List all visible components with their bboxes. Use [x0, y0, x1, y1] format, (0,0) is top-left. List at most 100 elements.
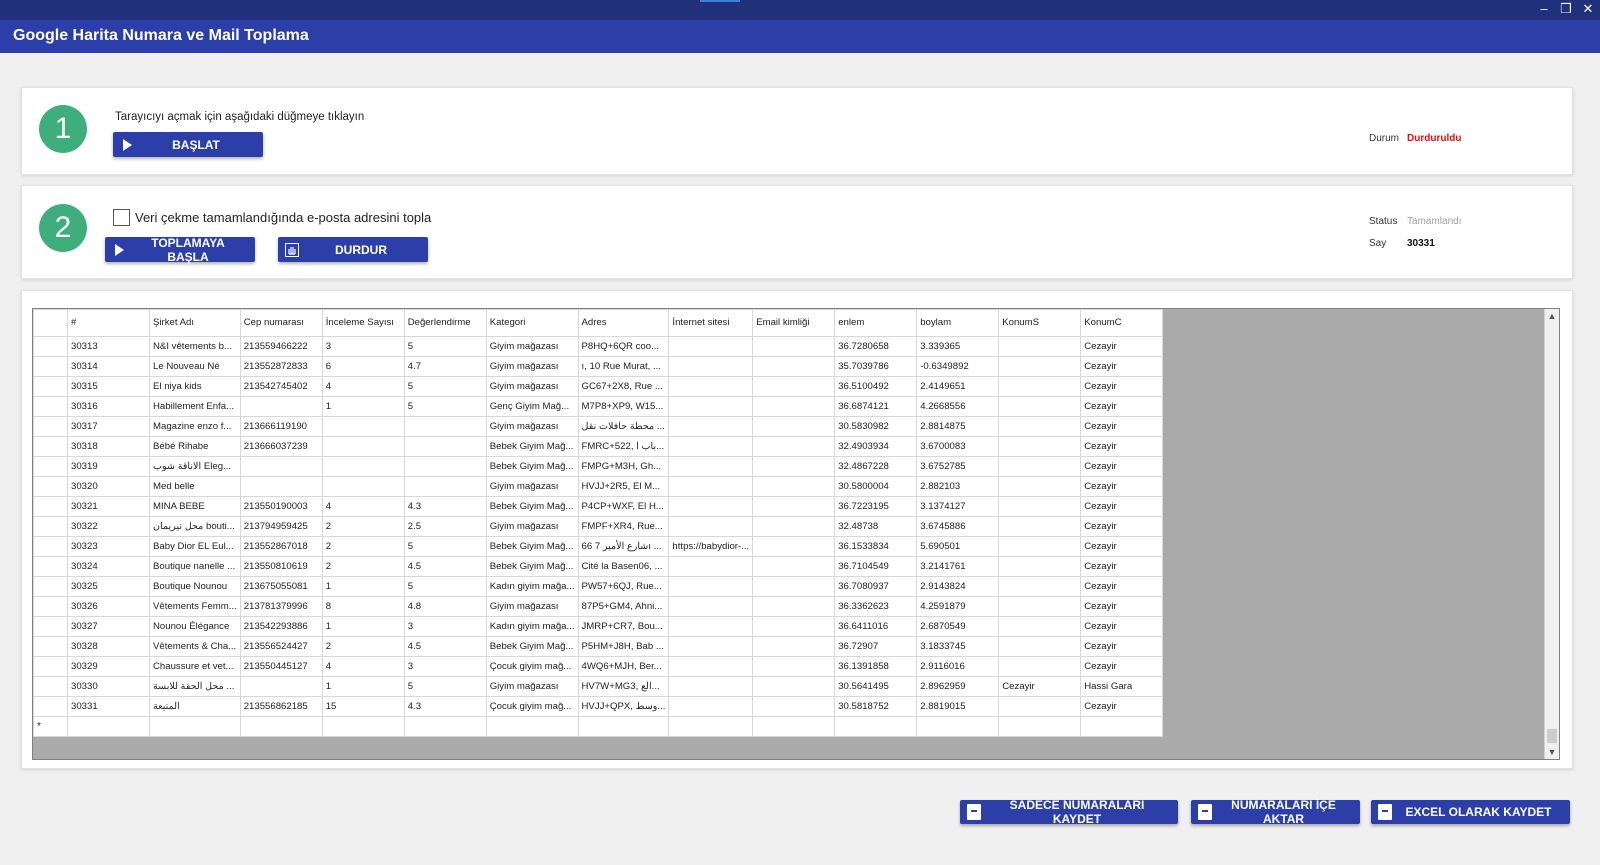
table-cell[interactable] [753, 337, 835, 357]
table-cell[interactable]: 3.1374127 [917, 497, 999, 517]
table-cell[interactable] [753, 457, 835, 477]
table-row[interactable]: 30331المنيعة213556862185154.3Çocuk giyim… [34, 697, 1163, 717]
table-cell[interactable]: 213550810619 [240, 557, 322, 577]
table-cell[interactable] [753, 717, 835, 737]
table-cell[interactable]: Vêtements Femm... [150, 597, 241, 617]
row-selector[interactable] [34, 437, 68, 457]
table-cell[interactable] [669, 577, 753, 597]
table-cell[interactable] [240, 397, 322, 417]
row-selector[interactable] [34, 477, 68, 497]
table-cell[interactable] [917, 717, 999, 737]
table-cell[interactable] [753, 357, 835, 377]
table-cell[interactable]: FMPG+M3H, Gh... [578, 457, 669, 477]
table-cell[interactable] [669, 337, 753, 357]
row-selector[interactable] [34, 377, 68, 397]
table-cell[interactable]: Magazine enzo f... [150, 417, 241, 437]
table-row[interactable]: 30329Chaussure et vet...21355044512743Ço… [34, 657, 1163, 677]
table-cell[interactable] [999, 577, 1081, 597]
table-cell[interactable] [404, 717, 486, 737]
table-cell[interactable]: 3 [322, 337, 404, 357]
table-row[interactable]: 30316Habillement Enfa...15Genç Giyim Mağ… [34, 397, 1163, 417]
table-cell[interactable]: Cezayir [1081, 417, 1163, 437]
table-cell[interactable]: M7P8+XP9, W15... [578, 397, 669, 417]
table-cell[interactable]: 2.6870549 [917, 617, 999, 637]
table-cell[interactable] [669, 417, 753, 437]
table-cell[interactable]: 15 [322, 697, 404, 717]
table-cell[interactable]: 36.7280658 [835, 337, 917, 357]
table-cell[interactable] [669, 437, 753, 457]
table-row[interactable]: 30324Boutique nanelle ...21355081061924.… [34, 557, 1163, 577]
table-cell[interactable]: 4.5 [404, 637, 486, 657]
table-cell[interactable] [753, 637, 835, 657]
table-cell[interactable]: 3.6700083 [917, 437, 999, 457]
row-selector[interactable] [34, 497, 68, 517]
table-cell[interactable] [240, 717, 322, 737]
column-header[interactable]: Değerlendirme [404, 310, 486, 337]
table-cell[interactable]: P5HM+J8H, Bab ... [578, 637, 669, 657]
table-cell[interactable]: 2.5 [404, 517, 486, 537]
table-cell[interactable]: Cezayir [1081, 617, 1163, 637]
column-header[interactable]: KonumS [999, 310, 1081, 337]
table-cell[interactable]: Cezayir [1081, 657, 1163, 677]
table-cell[interactable]: 213781379996 [240, 597, 322, 617]
scroll-thumb[interactable] [1547, 729, 1557, 743]
table-cell[interactable] [669, 717, 753, 737]
vertical-scrollbar[interactable]: ▲ ▼ [1544, 309, 1559, 759]
table-cell[interactable]: 30313 [68, 337, 150, 357]
table-cell[interactable]: 4.7 [404, 357, 486, 377]
table-cell[interactable]: 4 [322, 377, 404, 397]
table-row[interactable]: 30317Magazine enzo f...213666119190Giyim… [34, 417, 1163, 437]
table-cell[interactable] [753, 657, 835, 677]
table-row[interactable]: 30323Baby Dior EL Eul...21355286701825Be… [34, 537, 1163, 557]
table-cell[interactable]: 30320 [68, 477, 150, 497]
table-cell[interactable] [753, 397, 835, 417]
table-cell[interactable]: 4.3 [404, 697, 486, 717]
table-cell[interactable]: 2 [322, 537, 404, 557]
table-cell[interactable]: 213542745402 [240, 377, 322, 397]
table-cell[interactable] [999, 717, 1081, 737]
table-cell[interactable]: 36.7223195 [835, 497, 917, 517]
table-cell[interactable] [999, 697, 1081, 717]
table-cell[interactable]: Kadın giyim mağa... [486, 617, 578, 637]
table-cell[interactable] [999, 597, 1081, 617]
table-cell[interactable] [322, 477, 404, 497]
column-header[interactable]: Kategori [486, 310, 578, 337]
table-cell[interactable]: 66 شارع الأمير 7ı ... [578, 537, 669, 557]
column-header[interactable]: enlem [835, 310, 917, 337]
row-selector[interactable] [34, 557, 68, 577]
table-cell[interactable]: Bebek Giyim Mağ... [486, 437, 578, 457]
table-cell[interactable] [753, 517, 835, 537]
table-cell[interactable]: 30316 [68, 397, 150, 417]
table-row[interactable]: 30330محل الحقة للابسة ...15Giyim mağazas… [34, 677, 1163, 697]
table-cell[interactable]: Cezayir [1081, 577, 1163, 597]
table-cell[interactable]: 32.4867228 [835, 457, 917, 477]
table-cell[interactable] [753, 377, 835, 397]
table-cell[interactable]: 2.8819015 [917, 697, 999, 717]
table-cell[interactable] [669, 677, 753, 697]
table-cell[interactable]: 30314 [68, 357, 150, 377]
table-cell[interactable] [404, 437, 486, 457]
table-row[interactable]: 30320Med belleGiyim mağazasıHVJJ+2R5, El… [34, 477, 1163, 497]
table-cell[interactable]: 36.7080937 [835, 577, 917, 597]
table-cell[interactable]: 5 [404, 337, 486, 357]
table-cell[interactable]: 213675055081 [240, 577, 322, 597]
table-cell[interactable]: 30330 [68, 677, 150, 697]
table-cell[interactable]: 213556524427 [240, 637, 322, 657]
table-cell[interactable]: 2 [322, 637, 404, 657]
table-cell[interactable]: 213556862185 [240, 697, 322, 717]
table-cell[interactable] [669, 657, 753, 677]
row-selector[interactable] [34, 637, 68, 657]
table-cell[interactable] [240, 677, 322, 697]
table-cell[interactable]: Cezayir [1081, 517, 1163, 537]
table-row[interactable]: 30328Vêtements & Cha...21355652442724.5B… [34, 637, 1163, 657]
table-cell[interactable] [322, 417, 404, 437]
table-cell[interactable]: Cezayir [1081, 537, 1163, 557]
table-cell[interactable]: 30.5800004 [835, 477, 917, 497]
table-cell[interactable]: 32.4903934 [835, 437, 917, 457]
table-cell[interactable]: P8HQ+6QR coo... [578, 337, 669, 357]
table-cell[interactable]: 36.7104549 [835, 557, 917, 577]
table-cell[interactable]: Cezayir [1081, 637, 1163, 657]
table-cell[interactable]: MINA BEBE [150, 497, 241, 517]
row-selector[interactable] [34, 397, 68, 417]
table-cell[interactable] [404, 417, 486, 437]
